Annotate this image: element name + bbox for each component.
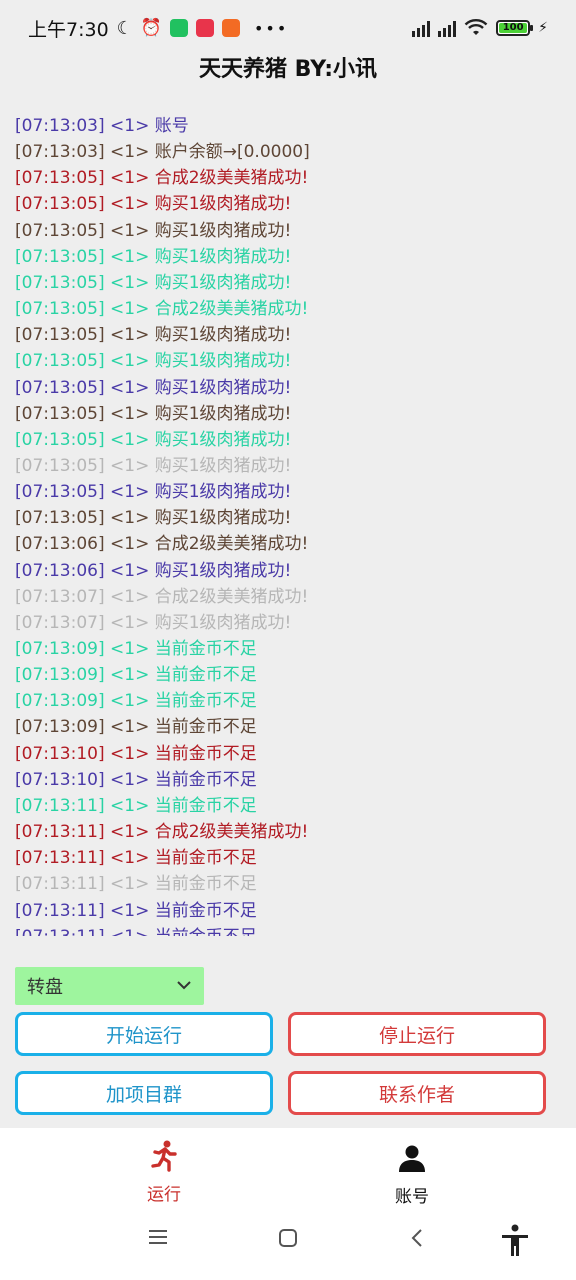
log-line: [07:13:05] <1> 购买1级肉猪成功! (15, 508, 292, 529)
log-line: [07:13:05] <1> 购买1级肉猪成功! (15, 272, 292, 293)
nav-item-account-label: 账号 (395, 1187, 429, 1207)
back-icon[interactable] (410, 1228, 424, 1252)
charging-icon: ⚡ (538, 20, 548, 36)
log-line: [07:13:03] <1> 账号 (15, 116, 189, 136)
log-line: [07:13:05] <1> 购买1级肉猪成功! (15, 455, 292, 476)
status-right: 100 ⚡ (412, 19, 548, 37)
log-line: [07:13:10] <1> 当前金币不足 (15, 743, 257, 764)
wifi-icon (464, 19, 488, 35)
log-line: [07:13:11] <1> 当前金币不足 (15, 874, 257, 895)
battery-level: 100 (499, 23, 528, 33)
log-line: [07:13:07] <1> 合成2级美美猪成功! (15, 586, 309, 607)
log-line: [07:13:11] <1> 合成2级美美猪成功! (15, 822, 309, 843)
app-icon (195, 19, 214, 37)
log-line: [07:13:05] <1> 购买1级肉猪成功! (15, 482, 292, 503)
log-line: [07:13:07] <1> 购买1级肉猪成功! (15, 612, 292, 633)
person-icon (398, 1144, 426, 1176)
log-line: [07:13:11] <1> 当前金币不足 (15, 795, 257, 816)
log-line: [07:13:05] <1> 购买1级肉猪成功! (15, 429, 292, 450)
log-line: [07:13:05] <1> 合成2级美美猪成功! (15, 168, 309, 189)
contact-author-button[interactable]: 联系作者 (288, 1071, 546, 1115)
log-line: [07:13:06] <1> 合成2级美美猪成功! (15, 534, 309, 555)
log-line: [07:13:06] <1> 购买1级肉猪成功! (15, 560, 292, 581)
log-line: [07:13:05] <1> 购买1级肉猪成功! (15, 351, 292, 372)
signal-icon-2 (438, 19, 457, 37)
log-line: [07:13:03] <1> 账户余额→[0.0000] (15, 142, 310, 163)
battery-icon: 100 (496, 20, 534, 36)
status-left: 上午7:30 ☾ ⏰ ••• (28, 15, 288, 42)
signal-icon (412, 19, 431, 37)
log-line: [07:13:11] <1> 当前金币不足 (15, 900, 257, 921)
accessibility-icon[interactable] (500, 1224, 530, 1262)
log-line: [07:13:05] <1> 购买1级肉猪成功! (15, 246, 292, 267)
mode-select-value: 转盘 (27, 977, 63, 998)
log-line: [07:13:11] <1> 当前金币不足 (15, 848, 257, 869)
start-button[interactable]: 开始运行 (15, 1012, 273, 1056)
wechat-icon (169, 19, 188, 37)
moon-icon: ☾ (116, 17, 133, 39)
home-icon[interactable] (278, 1228, 298, 1252)
menu-icon[interactable] (148, 1228, 168, 1250)
running-icon (149, 1140, 179, 1176)
nav-item-account[interactable]: 账号 (268, 1128, 556, 1210)
log-line: [07:13:05] <1> 购买1级肉猪成功! (15, 220, 292, 241)
log-line: [07:13:09] <1> 当前金币不足 (15, 639, 257, 659)
log-line: [07:13:05] <1> 合成2级美美猪成功! (15, 299, 309, 320)
status-bar: 上午7:30 ☾ ⏰ ••• 100 ⚡ (0, 0, 576, 56)
log-line: [07:13:05] <1> 购买1级肉猪成功! (15, 325, 292, 346)
stop-button[interactable]: 停止运行 (288, 1012, 546, 1056)
nav-item-run-label: 运行 (147, 1185, 181, 1205)
system-navigation-bar (0, 1210, 576, 1280)
log-line: [07:13:09] <1> 当前金币不足 (15, 691, 257, 712)
log-line: [07:13:05] <1> 购买1级肉猪成功! (15, 403, 292, 424)
log-area[interactable]: [07:13:03] <1> 账号 [07:13:03] <1> 账户余额→[0.… (0, 90, 576, 936)
log-line: [07:13:09] <1> 当前金币不足 (15, 665, 257, 686)
bottom-navigation: 运行 账号 (0, 1128, 576, 1210)
page-title: 天天养猪 BY:小讯 (198, 57, 378, 82)
more-notifications-icon: ••• (253, 18, 289, 38)
alarm-icon: ⏰ (140, 18, 162, 38)
join-group-button[interactable]: 加项目群 (15, 1071, 273, 1115)
log-line: [07:13:05] <1> 购买1级肉猪成功! (15, 377, 292, 398)
video-icon (221, 19, 240, 37)
log-line: [07:13:10] <1> 当前金币不足 (15, 769, 257, 790)
log-line: [07:13:11] <1> 当前金币不足 (15, 922, 257, 936)
nav-item-run[interactable]: 运行 (20, 1128, 308, 1210)
log-line: [07:13:09] <1> 当前金币不足 (15, 717, 257, 738)
log-line: [07:13:05] <1> 购买1级肉猪成功! (15, 194, 292, 215)
status-time: 上午7:30 (28, 18, 109, 41)
chevron-down-icon (176, 978, 192, 994)
mode-select[interactable]: 转盘 (15, 967, 204, 1005)
